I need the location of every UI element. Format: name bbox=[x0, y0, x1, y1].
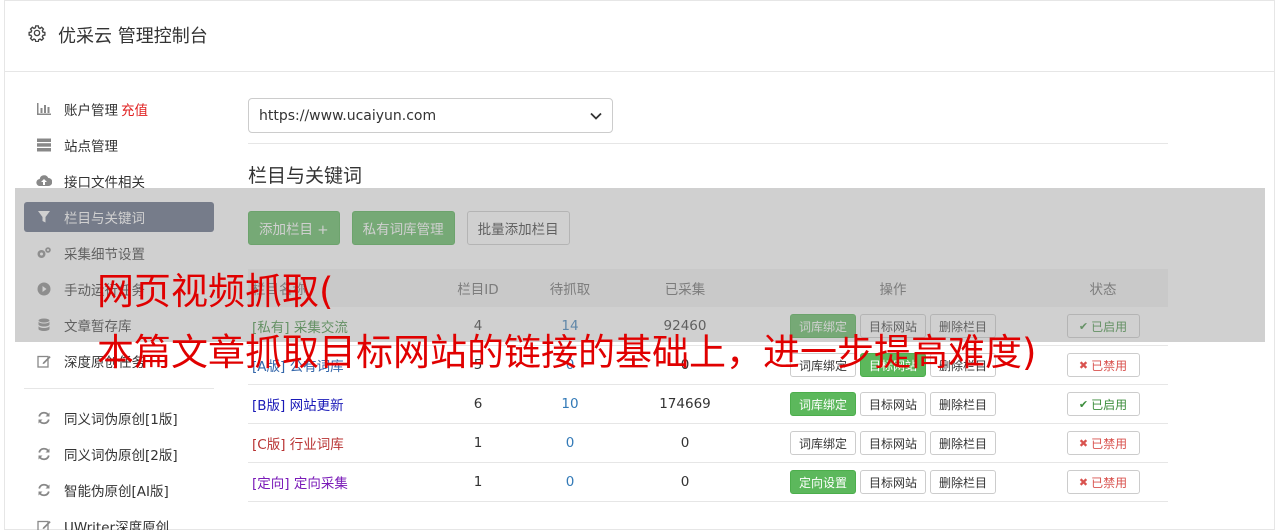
sidebar-item-ai-rewrite[interactable]: 智能伪原创[AI版] bbox=[24, 475, 214, 505]
refresh-icon bbox=[36, 446, 52, 462]
status-label: 已启用 bbox=[1091, 397, 1128, 412]
sidebar-item-account[interactable]: 账户管理 充值 bbox=[24, 94, 214, 124]
column-id: 1 bbox=[473, 435, 483, 451]
wait-count[interactable]: 0 bbox=[518, 474, 622, 490]
edit-icon bbox=[36, 353, 52, 369]
chevron-down-icon bbox=[590, 109, 602, 123]
site-select-value: https://www.ucaiyun.com bbox=[259, 107, 437, 124]
status-toggle[interactable]: ✖ 已禁用 bbox=[1066, 470, 1140, 494]
cloud-upload-icon bbox=[36, 173, 52, 189]
sidebar-item-label: 同义词伪原创[2版] bbox=[64, 448, 178, 464]
close-icon: ✖ bbox=[1078, 436, 1089, 450]
column-name: 行业词库 bbox=[289, 437, 344, 453]
lexicon-bind-button[interactable]: 词库绑定 bbox=[789, 392, 856, 416]
delete-column-button[interactable]: 删除栏目 bbox=[930, 431, 997, 455]
row-actions: 词库绑定 目标网站 删除栏目 bbox=[748, 431, 1038, 455]
delete-column-button[interactable]: 删除栏目 bbox=[930, 392, 997, 416]
site-select[interactable]: https://www.ucaiyun.com bbox=[248, 98, 613, 133]
collected-count: 0 bbox=[680, 435, 690, 451]
table-row: [定向] 定向采集 1 0 0 定向设置 目标网站 删除栏目 ✖ 已禁用 bbox=[248, 463, 1168, 502]
close-icon: ✖ bbox=[1078, 358, 1089, 372]
watermark-line-2: 本篇文章抓取目标网站的链接的基础上，进一步提高难度) bbox=[97, 331, 1037, 374]
recharge-link[interactable]: 充值 bbox=[121, 99, 148, 119]
close-icon: ✖ bbox=[1078, 475, 1089, 489]
divider bbox=[248, 143, 1168, 144]
bar-chart-icon bbox=[36, 101, 52, 117]
edit-icon bbox=[36, 518, 52, 530]
sidebar-item-uwriter[interactable]: UWriter深度原创 bbox=[24, 511, 214, 530]
sidebar-item-label: 站点管理 bbox=[64, 139, 118, 155]
column-id: 6 bbox=[473, 396, 483, 412]
sidebar-item-label: 同义词伪原创[1版] bbox=[64, 412, 178, 428]
header-bar: 优采云 管理控制台 bbox=[4, 0, 1275, 72]
row-actions: 定向设置 目标网站 删除栏目 bbox=[748, 470, 1038, 494]
delete-column-button[interactable]: 删除栏目 bbox=[930, 470, 997, 494]
status-label: 已禁用 bbox=[1091, 475, 1128, 490]
column-name: 网站更新 bbox=[289, 398, 344, 414]
section-title: 栏目与关键词 bbox=[248, 165, 363, 187]
column-name-cell[interactable]: [C版] 行业词库 bbox=[248, 433, 438, 453]
watermark-line-1: 网页视频抓取( bbox=[97, 270, 334, 313]
status-toggle[interactable]: ✔ 已启用 bbox=[1066, 392, 1140, 416]
lexicon-bind-button[interactable]: 定向设置 bbox=[789, 470, 856, 494]
wait-count[interactable]: 10 bbox=[518, 396, 622, 412]
sidebar-item-label: UWriter深度原创 bbox=[64, 520, 170, 530]
status-toggle[interactable]: ✖ 已禁用 bbox=[1066, 431, 1140, 455]
row-actions: 词库绑定 目标网站 删除栏目 bbox=[748, 392, 1038, 416]
status-toggle[interactable]: ✖ 已禁用 bbox=[1066, 353, 1140, 377]
collected-count: 174669 bbox=[659, 396, 711, 412]
collected-count: 0 bbox=[680, 474, 690, 490]
target-site-button[interactable]: 目标网站 bbox=[859, 431, 926, 455]
image-overlay bbox=[15, 188, 1265, 342]
column-name-cell[interactable]: [B版] 网站更新 bbox=[248, 394, 438, 414]
sidebar-item-label: 账户管理 bbox=[64, 103, 118, 119]
sidebar-item-synonym-v2[interactable]: 同义词伪原创[2版] bbox=[24, 439, 214, 469]
column-tag: [B版] bbox=[252, 398, 286, 414]
status-cell: ✖ 已禁用 bbox=[1038, 431, 1168, 455]
sidebar-item-label: 智能伪原创[AI版] bbox=[64, 484, 169, 500]
column-name-cell[interactable]: [定向] 定向采集 bbox=[248, 472, 438, 492]
refresh-icon bbox=[36, 482, 52, 498]
column-tag: [C版] bbox=[252, 437, 286, 453]
server-icon bbox=[36, 137, 52, 153]
table-row: [B版] 网站更新 6 10 174669 词库绑定 目标网站 删除栏目 ✔ 已启用 bbox=[248, 385, 1168, 424]
column-tag: [定向] bbox=[252, 476, 290, 492]
gear-icon bbox=[28, 24, 46, 43]
status-cell: ✖ 已禁用 bbox=[1038, 470, 1168, 494]
sidebar-item-sites[interactable]: 站点管理 bbox=[24, 130, 214, 160]
status-cell: ✔ 已启用 bbox=[1038, 392, 1168, 416]
target-site-button[interactable]: 目标网站 bbox=[859, 470, 926, 494]
refresh-icon bbox=[36, 410, 52, 426]
sidebar-divider bbox=[24, 388, 214, 389]
check-icon: ✔ bbox=[1078, 397, 1089, 411]
column-name: 定向采集 bbox=[293, 476, 348, 492]
target-site-button[interactable]: 目标网站 bbox=[859, 392, 926, 416]
page-title: 优采云 管理控制台 bbox=[58, 26, 208, 47]
table-row: [C版] 行业词库 1 0 0 词库绑定 目标网站 删除栏目 ✖ 已禁用 bbox=[248, 424, 1168, 463]
sidebar-item-synonym-v1[interactable]: 同义词伪原创[1版] bbox=[24, 403, 214, 433]
column-id: 1 bbox=[473, 474, 483, 490]
wait-count[interactable]: 0 bbox=[518, 435, 622, 451]
lexicon-bind-button[interactable]: 词库绑定 bbox=[789, 431, 856, 455]
status-label: 已禁用 bbox=[1091, 358, 1128, 373]
status-cell: ✖ 已禁用 bbox=[1038, 353, 1168, 377]
status-label: 已禁用 bbox=[1091, 436, 1128, 451]
